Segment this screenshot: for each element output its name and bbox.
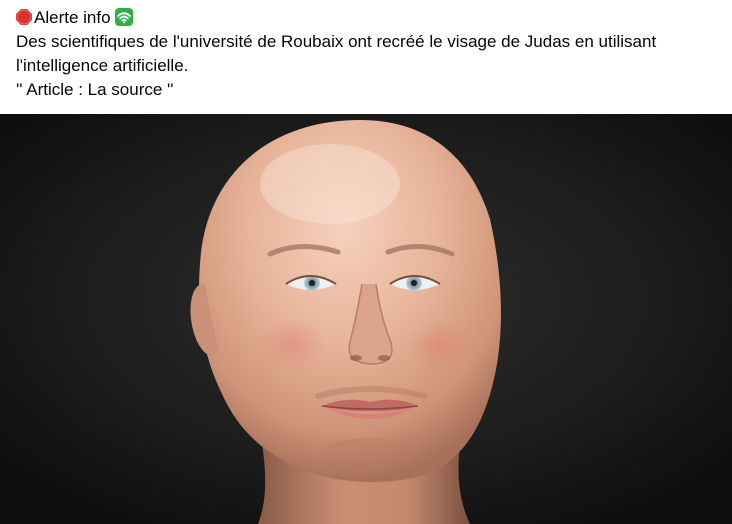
wifi-icon	[114, 8, 133, 26]
post-line-1: Alerte info	[16, 6, 716, 30]
post: Alerte info Des scientifiques de l'unive…	[0, 0, 732, 524]
post-image[interactable]	[0, 114, 732, 524]
post-line-4: '' Article : La source ''	[16, 80, 174, 99]
stop-sign-icon	[16, 8, 32, 25]
alert-label: Alerte info	[34, 8, 111, 27]
post-text: Alerte info Des scientifiques de l'unive…	[16, 6, 716, 102]
head-render-illustration	[0, 114, 732, 524]
post-line-2: Des scientifiques de l'université de Rou…	[16, 32, 657, 51]
post-line-3: l'intelligence artificielle.	[16, 56, 189, 75]
